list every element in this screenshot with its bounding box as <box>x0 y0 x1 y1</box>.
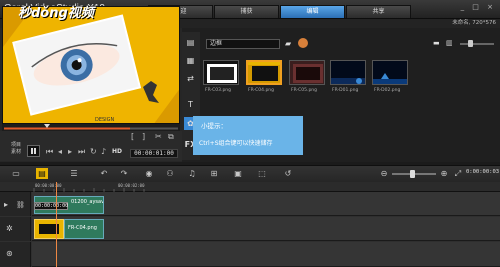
storyboard-view-icon[interactable]: ▭ <box>10 168 22 179</box>
instant-project-icon[interactable]: ▦ <box>184 54 197 67</box>
pause-icon <box>31 148 36 154</box>
folder-icon[interactable]: ▰ <box>285 39 291 48</box>
zoom-in-icon[interactable]: ⊕ <box>438 168 450 179</box>
overlay-track-header: ✲ <box>0 217 31 241</box>
title-track-lane[interactable] <box>32 242 500 267</box>
thumbnail-label: FR-D01.png <box>332 88 359 93</box>
timeline-ruler[interactable] <box>0 182 500 192</box>
video-track-header: ▸ ⛓ <box>0 192 31 216</box>
go-start-icon[interactable]: ⏮ <box>46 147 53 157</box>
hd-toggle[interactable]: HD <box>112 148 122 155</box>
repeat-icon[interactable]: ↻ <box>90 147 97 157</box>
project-mode-label[interactable]: 项目 <box>11 141 21 148</box>
media-icon[interactable]: ▤ <box>184 36 197 49</box>
motion-track-icon[interactable]: ⊞ <box>208 168 220 179</box>
link-icon[interactable]: ⛓ <box>16 201 25 209</box>
tab-edit[interactable]: 编辑 <box>280 5 345 18</box>
thumb-view-icon[interactable]: ▥ <box>446 39 453 47</box>
go-end-icon[interactable]: ⏭ <box>78 147 85 157</box>
video-track-icon[interactable]: ▸ <box>4 200 8 209</box>
thumbnail-label: FR-C03.png <box>205 88 232 93</box>
loop-icon[interactable]: ↺ <box>282 168 294 179</box>
play-button[interactable] <box>27 145 40 157</box>
preview-timecode[interactable]: 00:00:01:00 <box>130 149 178 158</box>
thumbnail-fr-c03[interactable] <box>203 60 239 85</box>
thumbnail-label: FR-D02.png <box>374 88 401 93</box>
thumbnail-fr-d02[interactable] <box>372 60 408 85</box>
subtitle-icon[interactable]: ▣ <box>232 168 244 179</box>
zoom-slider-handle[interactable] <box>410 170 415 178</box>
title-icon[interactable]: T <box>184 98 197 111</box>
playhead[interactable] <box>56 182 57 267</box>
fullscreen-icon[interactable]: ⧉ <box>168 132 174 142</box>
title-track-header: ⊛ <box>0 242 31 267</box>
volume-icon[interactable]: ♪ <box>101 147 106 157</box>
thumbnail-size-slider[interactable] <box>460 43 494 45</box>
clip-timecode: 00:00:00:00 <box>34 202 69 210</box>
ruler-mark: 00:00:02:00 <box>118 183 145 188</box>
split-icon[interactable]: ✂ <box>155 132 162 142</box>
zoom-out-icon[interactable]: ⊖ <box>378 168 390 179</box>
preview-artwork: DESIGN <box>3 7 179 123</box>
undo-icon[interactable]: ↶ <box>98 168 110 179</box>
overlay-track-icon[interactable]: ✲ <box>6 224 13 233</box>
ruler-ticks <box>33 188 145 192</box>
tab-capture[interactable]: 捕获 <box>214 5 279 18</box>
hint-title: 小提示： <box>201 122 227 130</box>
hint-text: Ctrl+S组合键可以快速储存 <box>199 140 273 147</box>
title-track-icon[interactable]: ⊛ <box>6 249 13 258</box>
ruler-mark: 00:00:00:00 <box>35 183 62 188</box>
import-icon[interactable] <box>298 38 308 48</box>
transition-icon[interactable]: ⇄ <box>184 72 197 85</box>
redo-icon[interactable]: ↷ <box>118 168 130 179</box>
auto-music-icon[interactable]: ♫ <box>186 168 198 179</box>
overlay-clip[interactable]: FR-C04.png <box>64 219 104 239</box>
mark-in-icon[interactable]: [ <box>131 132 134 142</box>
next-frame-icon[interactable]: ▸ <box>68 147 72 157</box>
multicam-icon[interactable]: ⬚ <box>256 168 268 179</box>
thumbnail-fr-c04[interactable] <box>246 60 282 85</box>
mixer-icon[interactable]: ⚇ <box>164 168 176 179</box>
timeline-timecode[interactable]: 0:00:00:03 <box>466 169 499 175</box>
tab-share[interactable]: 共享 <box>346 5 411 18</box>
thumbnail-label: FR-C04.png <box>248 88 275 93</box>
mark-out-icon[interactable]: ] <box>142 132 145 142</box>
thumbnail-fr-d01[interactable] <box>330 60 366 85</box>
record-icon[interactable]: ◉ <box>143 168 155 179</box>
list-view-icon[interactable]: ▬ <box>433 39 440 47</box>
track-manager-icon[interactable]: ☰ <box>68 168 80 179</box>
logo-overlay: 秒dǒng视频 <box>18 6 94 21</box>
window-controls[interactable]: _ □ × <box>461 3 496 11</box>
project-info: 未命名, 720*576 <box>452 20 496 26</box>
svg-text:DESIGN: DESIGN <box>95 117 115 123</box>
overlay-clip-thumbnail[interactable] <box>34 219 64 239</box>
slider-handle[interactable] <box>468 40 473 47</box>
thumbnail-fr-c05[interactable] <box>289 60 325 85</box>
clip-mode-label[interactable]: 素材 <box>11 148 21 155</box>
timeline-view-icon[interactable]: ▤ <box>36 168 48 179</box>
preview-video[interactable]: DESIGN <box>2 6 180 124</box>
prev-frame-icon[interactable]: ◂ <box>58 147 62 157</box>
gallery-dropdown[interactable]: 边框 <box>206 39 280 49</box>
thumbnail-label: FR-C05.png <box>291 88 318 93</box>
fit-project-icon[interactable]: ⤢ <box>452 168 464 179</box>
